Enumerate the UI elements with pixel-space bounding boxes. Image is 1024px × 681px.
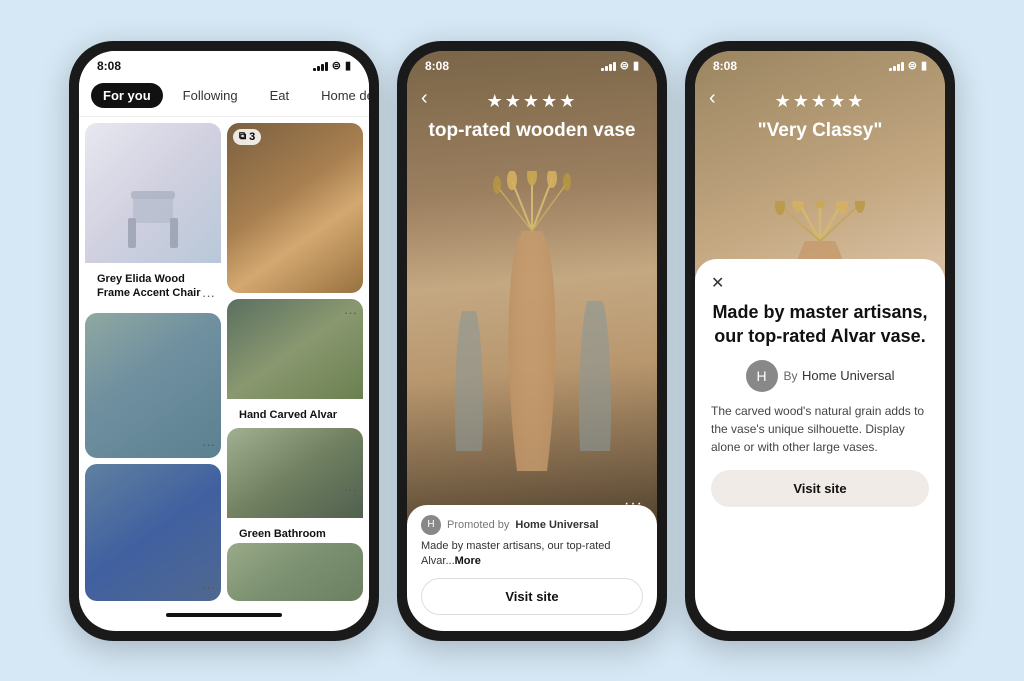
close-btn-3[interactable]: ✕ bbox=[711, 273, 724, 293]
visit-site-btn-3[interactable]: Visit site bbox=[711, 470, 929, 507]
stars-2: ★★★★★ bbox=[407, 91, 657, 112]
pinterest-grid: Grey Elida Wood Frame Accent Chair ··· ·… bbox=[79, 117, 369, 607]
phone-1-screen: 8:08 ⊜ ▮ For you Fol bbox=[79, 51, 369, 631]
wifi-icon: ⊜ bbox=[332, 59, 341, 72]
stars-3: ★★★★★ bbox=[695, 91, 945, 112]
time-3: 8:08 bbox=[713, 59, 737, 73]
sheet-brand-row: H By Home Universal bbox=[711, 360, 929, 392]
grid-col-1: Grey Elida Wood Frame Accent Chair ··· ·… bbox=[85, 123, 221, 601]
wifi-icon-3: ⊜ bbox=[908, 59, 917, 72]
dispenser-image bbox=[227, 428, 363, 518]
home-bar-1 bbox=[166, 613, 282, 617]
tab-for-you[interactable]: For you bbox=[91, 83, 163, 108]
sheet-brand-name: Home Universal bbox=[802, 368, 894, 383]
vase-svg bbox=[432, 171, 632, 511]
pin-vase-promoted[interactable]: Hand Carved Alvar Wooden Vase H Promoted… bbox=[227, 299, 363, 421]
pin-vase-top[interactable]: ⧉ 3 top-rated wooden vase bbox=[227, 123, 363, 294]
battery-icon-3: ▮ bbox=[921, 59, 927, 72]
sheet-brand-avatar: H bbox=[746, 360, 778, 392]
vase-badge: ⧉ 3 bbox=[233, 129, 261, 145]
full-image-bg: 8:08 ⊜ ▮ ‹ ★★★★★ bbox=[407, 51, 657, 631]
status-bar-1: 8:08 ⊜ ▮ bbox=[79, 51, 369, 77]
bottom-bar-2: H Promoted by Home Universal Made by mas… bbox=[407, 505, 657, 631]
more-link[interactable]: More bbox=[455, 555, 481, 567]
time-1: 8:08 bbox=[97, 59, 121, 73]
vase-promoted-title: Hand Carved Alvar Wooden Vase bbox=[233, 403, 357, 421]
tab-following[interactable]: Following bbox=[171, 83, 250, 108]
chair-image bbox=[85, 123, 221, 263]
time-2: 8:08 bbox=[425, 59, 449, 73]
phone-3-screen: 8:08 ⊜ ▮ ‹ ★★★★★ bbox=[695, 51, 945, 631]
brand-avatar-2: H bbox=[421, 515, 441, 535]
status-icons-1: ⊜ ▮ bbox=[313, 59, 351, 72]
quote-title-3: "Very Classy" bbox=[695, 119, 945, 143]
phone-3: 8:08 ⊜ ▮ ‹ ★★★★★ bbox=[685, 41, 955, 641]
phone-2: 8:08 ⊜ ▮ ‹ ★★★★★ bbox=[397, 41, 667, 641]
status-bar-3: 8:08 ⊜ ▮ bbox=[695, 51, 945, 77]
status-icons-3: ⊜ ▮ bbox=[889, 59, 927, 72]
vase-top-image bbox=[227, 123, 363, 294]
sink-image bbox=[85, 313, 221, 459]
promoted-by-text-2: Promoted by bbox=[447, 519, 509, 531]
promoted-bottom-row: H Promoted by Home Universal bbox=[421, 515, 643, 535]
stack-icon: ⧉ bbox=[239, 131, 246, 142]
battery-icon-2: ▮ bbox=[633, 59, 639, 72]
promoted-menu-dots[interactable]: ··· bbox=[344, 305, 357, 320]
tab-eat[interactable]: Eat bbox=[258, 83, 302, 108]
pin-tiles[interactable] bbox=[227, 543, 363, 600]
status-bar-2: 8:08 ⊜ ▮ bbox=[407, 51, 657, 77]
brand-name-2: Home Universal bbox=[515, 519, 598, 531]
product-title-2: top-rated wooden vase bbox=[407, 119, 657, 143]
pin-dispenser[interactable]: Green Bathroom Glass Soap Dispenser ··· bbox=[227, 428, 363, 538]
dispenser-label: Green Bathroom Glass Soap Dispenser bbox=[233, 522, 357, 538]
bath-image bbox=[85, 464, 221, 600]
visit-site-btn-2[interactable]: Visit site bbox=[421, 578, 643, 615]
by-label: By bbox=[784, 369, 798, 383]
dispenser-menu-dots[interactable]: ··· bbox=[344, 482, 357, 497]
sheet-description: The carved wood's natural grain adds to … bbox=[711, 402, 929, 456]
pin-sink[interactable]: ··· bbox=[85, 313, 221, 459]
chair-label: Grey Elida Wood Frame Accent Chair bbox=[91, 267, 215, 307]
sheet-title-3: Made by master artisans, our top-rated A… bbox=[711, 301, 929, 348]
pin-bath[interactable]: ··· bbox=[85, 464, 221, 600]
phone-1: 8:08 ⊜ ▮ For you Fol bbox=[69, 41, 379, 641]
grid-col-2: ⧉ 3 top-rated wooden vase Hand Carved Al… bbox=[227, 123, 363, 601]
wifi-icon-2: ⊜ bbox=[620, 59, 629, 72]
phone-2-screen: 8:08 ⊜ ▮ ‹ ★★★★★ bbox=[407, 51, 657, 631]
status-icons-2: ⊜ ▮ bbox=[601, 59, 639, 72]
tab-home-decor[interactable]: Home decor bbox=[309, 83, 369, 108]
battery-icon: ▮ bbox=[345, 59, 351, 72]
nav-tabs: For you Following Eat Home decor bbox=[79, 77, 369, 117]
full-image-bg-3: 8:08 ⊜ ▮ ‹ ★★★★★ bbox=[695, 51, 945, 631]
signal-icon bbox=[313, 61, 328, 71]
tiles-image bbox=[227, 543, 363, 600]
pin-chair[interactable]: Grey Elida Wood Frame Accent Chair ··· bbox=[85, 123, 221, 307]
signal-icon-2 bbox=[601, 61, 616, 71]
sink-menu-dots[interactable]: ··· bbox=[202, 437, 215, 452]
vase-promoted-image bbox=[227, 299, 363, 399]
bath-menu-dots[interactable]: ··· bbox=[202, 580, 215, 595]
chair-menu-dots[interactable]: ··· bbox=[202, 288, 215, 303]
caption-2: Made by master artisans, our top-rated A… bbox=[421, 539, 643, 570]
chair-svg bbox=[123, 163, 183, 253]
signal-icon-3 bbox=[889, 61, 904, 71]
sheet-overlay-3: ✕ Made by master artisans, our top-rated… bbox=[695, 259, 945, 630]
